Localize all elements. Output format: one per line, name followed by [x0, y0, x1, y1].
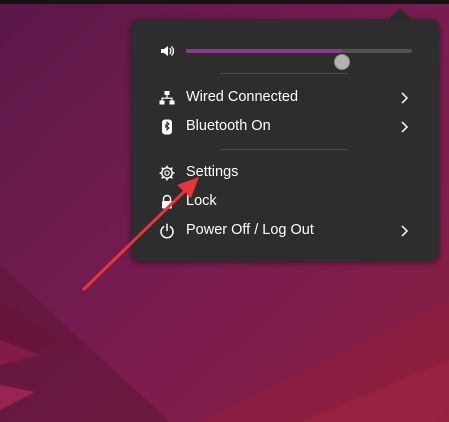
menu-item-wired-network[interactable]: Wired Connected — [131, 83, 439, 112]
chevron-right-icon — [401, 121, 409, 133]
menu-item-power[interactable]: Power Off / Log Out — [131, 216, 439, 245]
bluetooth-icon — [162, 119, 172, 135]
menu-item-label: Lock — [186, 193, 217, 209]
menu-item-label: Bluetooth On — [186, 118, 271, 134]
wired-network-icon — [159, 91, 175, 105]
chevron-right-icon — [401, 225, 409, 237]
separator — [220, 73, 348, 74]
settings-gear-icon — [159, 165, 175, 181]
menu-item-lock[interactable]: Lock — [131, 187, 439, 216]
menu-item-label: Settings — [186, 164, 239, 180]
volume-control — [131, 37, 439, 70]
lock-icon — [162, 194, 172, 209]
volume-slider-knob[interactable] — [333, 54, 350, 70]
power-icon — [160, 223, 174, 239]
menu-item-label: Power Off / Log Out — [186, 222, 314, 238]
volume-slider[interactable] — [186, 49, 412, 70]
menu-item-settings[interactable]: Settings — [131, 158, 439, 187]
menu-item-bluetooth[interactable]: Bluetooth On — [131, 112, 439, 141]
system-menu-popover: Wired Connected Bluetooth On Settings Lo… — [131, 19, 439, 261]
chevron-right-icon — [401, 92, 409, 104]
top-panel-bar — [0, 0, 449, 4]
volume-slider-fill — [186, 49, 342, 53]
separator — [220, 149, 348, 150]
menu-item-label: Wired Connected — [186, 89, 299, 105]
speaker-icon[interactable] — [159, 43, 175, 59]
